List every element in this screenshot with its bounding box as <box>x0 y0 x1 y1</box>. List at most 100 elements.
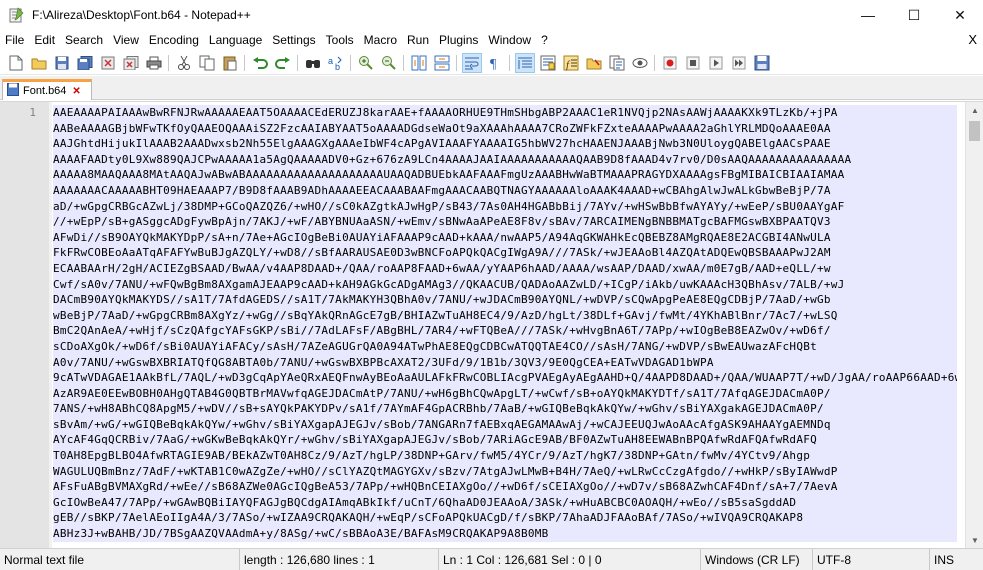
monitoring-icon[interactable] <box>631 54 649 72</box>
print-icon[interactable] <box>145 54 163 72</box>
menu-plugins[interactable]: Plugins <box>434 30 483 50</box>
paste-icon[interactable] <box>221 54 239 72</box>
play-macro-icon[interactable] <box>707 54 725 72</box>
record-macro-icon[interactable] <box>661 54 679 72</box>
code-line: Cwf/sA0v/7ANU/+wFQwBgBm8AXgamAJEAAP9cAAD… <box>53 276 957 293</box>
minimize-icon: — <box>861 7 875 23</box>
tab-font-b64[interactable]: Font.b64 ✕ <box>2 79 92 100</box>
save-macro-icon[interactable] <box>753 54 771 72</box>
scroll-thumb[interactable] <box>969 121 980 141</box>
editor-area[interactable]: 1 AAEAAAAPAIAAAwBwRFNJRwAAAAAEAAT5OAAAAC… <box>0 101 983 549</box>
code-line: aD/+wGpgCRBGcAZwLj/38DMP+GCoQAZQZ6/+wHO/… <box>53 198 957 215</box>
status-length-lines: length : 126,680 lines : 1 <box>240 548 439 570</box>
sync-horizontal-icon[interactable] <box>433 54 451 72</box>
word-wrap-icon[interactable] <box>461 52 482 73</box>
line-number-gutter: 1 <box>0 102 49 549</box>
code-line: WAGULUQBmBnz/7AdF/+wKTAB1C0wAZgZe/+wHO//… <box>53 463 957 480</box>
code-line: T0AH8EpgBLBO4AfwRTAGIE9AB/BEkAZwT0AH8Cz/… <box>53 448 957 464</box>
save-icon[interactable] <box>53 54 71 72</box>
menu-tools[interactable]: Tools <box>321 30 359 50</box>
toolbar-separator <box>297 54 298 71</box>
doc-list-icon[interactable] <box>608 54 626 72</box>
svg-text:a: a <box>328 56 333 66</box>
code-line: sBvAm/+wG/+wGIQBeBqkAkQYw/+wGhv/sBiYAXga… <box>53 416 957 433</box>
code-line: AFsFuABgBVMAXgRd/+wEe//sB68AZWe0AGcIQgBe… <box>53 479 957 495</box>
code-line: AAJGhtdHijukIlAAAB2AAADwxsb2Nh55ElgAAAGX… <box>53 136 957 152</box>
status-bar: Normal text file length : 126,680 lines … <box>0 548 983 570</box>
sync-vertical-icon[interactable] <box>410 54 428 72</box>
menu-macro[interactable]: Macro <box>359 30 402 50</box>
tab-bar: Font.b64 ✕ <box>0 76 983 100</box>
code-line: ABHz3J+wBAHB/JD/7BSgAAZQVAAdmA+y/8ASg/+w… <box>53 526 957 542</box>
code-line: AzAR9AE0EEwBOBH0AHgQTAB4G0QBTBrMAVwfqAGE… <box>53 385 957 402</box>
redo-icon[interactable] <box>274 54 292 72</box>
close-button[interactable]: ✕ <box>937 0 983 30</box>
fold-margin <box>49 102 52 549</box>
toolbar-separator <box>244 54 245 71</box>
svg-text:b: b <box>335 62 340 71</box>
toolbar-separator <box>456 54 457 71</box>
code-line: ECAABAArH/2gH/ACIEZgBSAAD/BwAA/v4AAP8DAA… <box>53 260 957 277</box>
scroll-up-icon[interactable]: ▲ <box>966 102 983 119</box>
close-all-icon[interactable] <box>122 54 140 72</box>
status-position: Ln : 1 Col : 126,681 Sel : 0 | 0 <box>439 548 701 570</box>
menu-settings[interactable]: Settings <box>267 30 320 50</box>
show-all-chars-icon[interactable]: ¶ <box>486 54 504 72</box>
doc-map-icon[interactable] <box>539 54 557 72</box>
window-title: F:\Alireza\Desktop\Font.b64 - Notepad++ <box>32 8 251 22</box>
toolbar-separator <box>403 54 404 71</box>
status-file-type: Normal text file <box>0 548 240 570</box>
toolbar-separator <box>350 54 351 71</box>
menu-edit[interactable]: Edit <box>29 30 60 50</box>
minimize-button[interactable]: — <box>845 0 891 30</box>
tab-label: Font.b64 <box>23 85 67 97</box>
maximize-icon: ☐ <box>907 6 921 23</box>
file-icon <box>7 83 19 99</box>
svg-text:¶: ¶ <box>490 57 497 71</box>
scroll-down-icon[interactable]: ▼ <box>966 532 983 549</box>
code-line: AAAAFAADty0L9Xw889QAJCPwAAAAA1a5AgQAAAAA… <box>53 151 957 168</box>
maximize-button[interactable]: ☐ <box>891 0 937 30</box>
code-line: wBeBjP/7AaD/+wGpgCRBm8AXgYz/+wGg//sBqYAk… <box>53 307 957 324</box>
indent-guide-icon[interactable] <box>514 52 535 73</box>
code-line: AYcAF4GqQCRBiv/7AaG/+wGKwBeBqkAkQYr/+wGh… <box>53 432 957 449</box>
menu-run[interactable]: Run <box>402 30 434 50</box>
text-content[interactable]: AAEAAAAPAIAAAwBwRFNJRwAAAAAEAAT5OAAAACEd… <box>53 102 957 549</box>
vertical-scrollbar[interactable]: ▲ ▼ <box>965 102 983 549</box>
undo-icon[interactable] <box>251 54 269 72</box>
copy-icon[interactable] <box>198 54 216 72</box>
notepad-plus-plus-icon <box>8 7 24 23</box>
menu-language[interactable]: Language <box>204 30 267 50</box>
code-lines: AAEAAAAPAIAAAwBwRFNJRwAAAAAEAAT5OAAAACEd… <box>53 102 957 542</box>
code-line: BmC2QAnAeA/+wHjf/sCzQAfgcYAFsGKP/sBi//7A… <box>53 323 957 339</box>
find-icon[interactable] <box>304 54 322 72</box>
zoom-in-icon[interactable] <box>357 54 375 72</box>
code-line: sCDoAXgOk/+wD6f/sBi0AUAYiAFACy/sAsH/7AZe… <box>53 338 957 355</box>
zoom-out-icon[interactable] <box>380 54 398 72</box>
function-list-icon[interactable]: f <box>562 54 580 72</box>
code-line: FkFRwCOBEoAaATqAFAFYwBuBJgAZQLY/+wD8//sB… <box>53 245 957 261</box>
menu-search[interactable]: Search <box>60 30 108 50</box>
menu-help[interactable]: ? <box>536 30 553 50</box>
status-mode: INS <box>934 552 955 567</box>
menu-file[interactable]: File <box>0 30 29 50</box>
close-icon[interactable] <box>99 54 117 72</box>
new-file-icon[interactable] <box>7 54 25 72</box>
code-line: AAAAA8MAAQAAA8MAtAAQAJwABwABAAAAAAAAAAAA… <box>53 167 957 183</box>
cut-icon[interactable] <box>175 54 193 72</box>
menu-encoding[interactable]: Encoding <box>144 30 204 50</box>
open-file-icon[interactable] <box>30 54 48 72</box>
folder-workspace-icon[interactable] <box>585 54 603 72</box>
close-document-button[interactable]: X <box>968 30 977 50</box>
menu-view[interactable]: View <box>108 30 144 50</box>
code-line: AAAAAAACAAAAABHT09HAEAAAP7/B9D8fAAAB9ADh… <box>53 182 957 199</box>
stop-record-icon[interactable] <box>684 54 702 72</box>
tab-close-icon[interactable]: ✕ <box>72 86 80 97</box>
close-icon: ✕ <box>954 6 966 23</box>
save-all-icon[interactable] <box>76 54 94 72</box>
code-line: AABeAAAAGBjbWFwTKfOyQAAEOQAAAiSZ2FzcAAIA… <box>53 120 957 137</box>
run-macro-multiple-icon[interactable] <box>730 54 748 72</box>
toolbar-separator <box>654 54 655 71</box>
replace-icon[interactable]: ab <box>327 54 345 72</box>
menu-window[interactable]: Window <box>483 30 536 50</box>
